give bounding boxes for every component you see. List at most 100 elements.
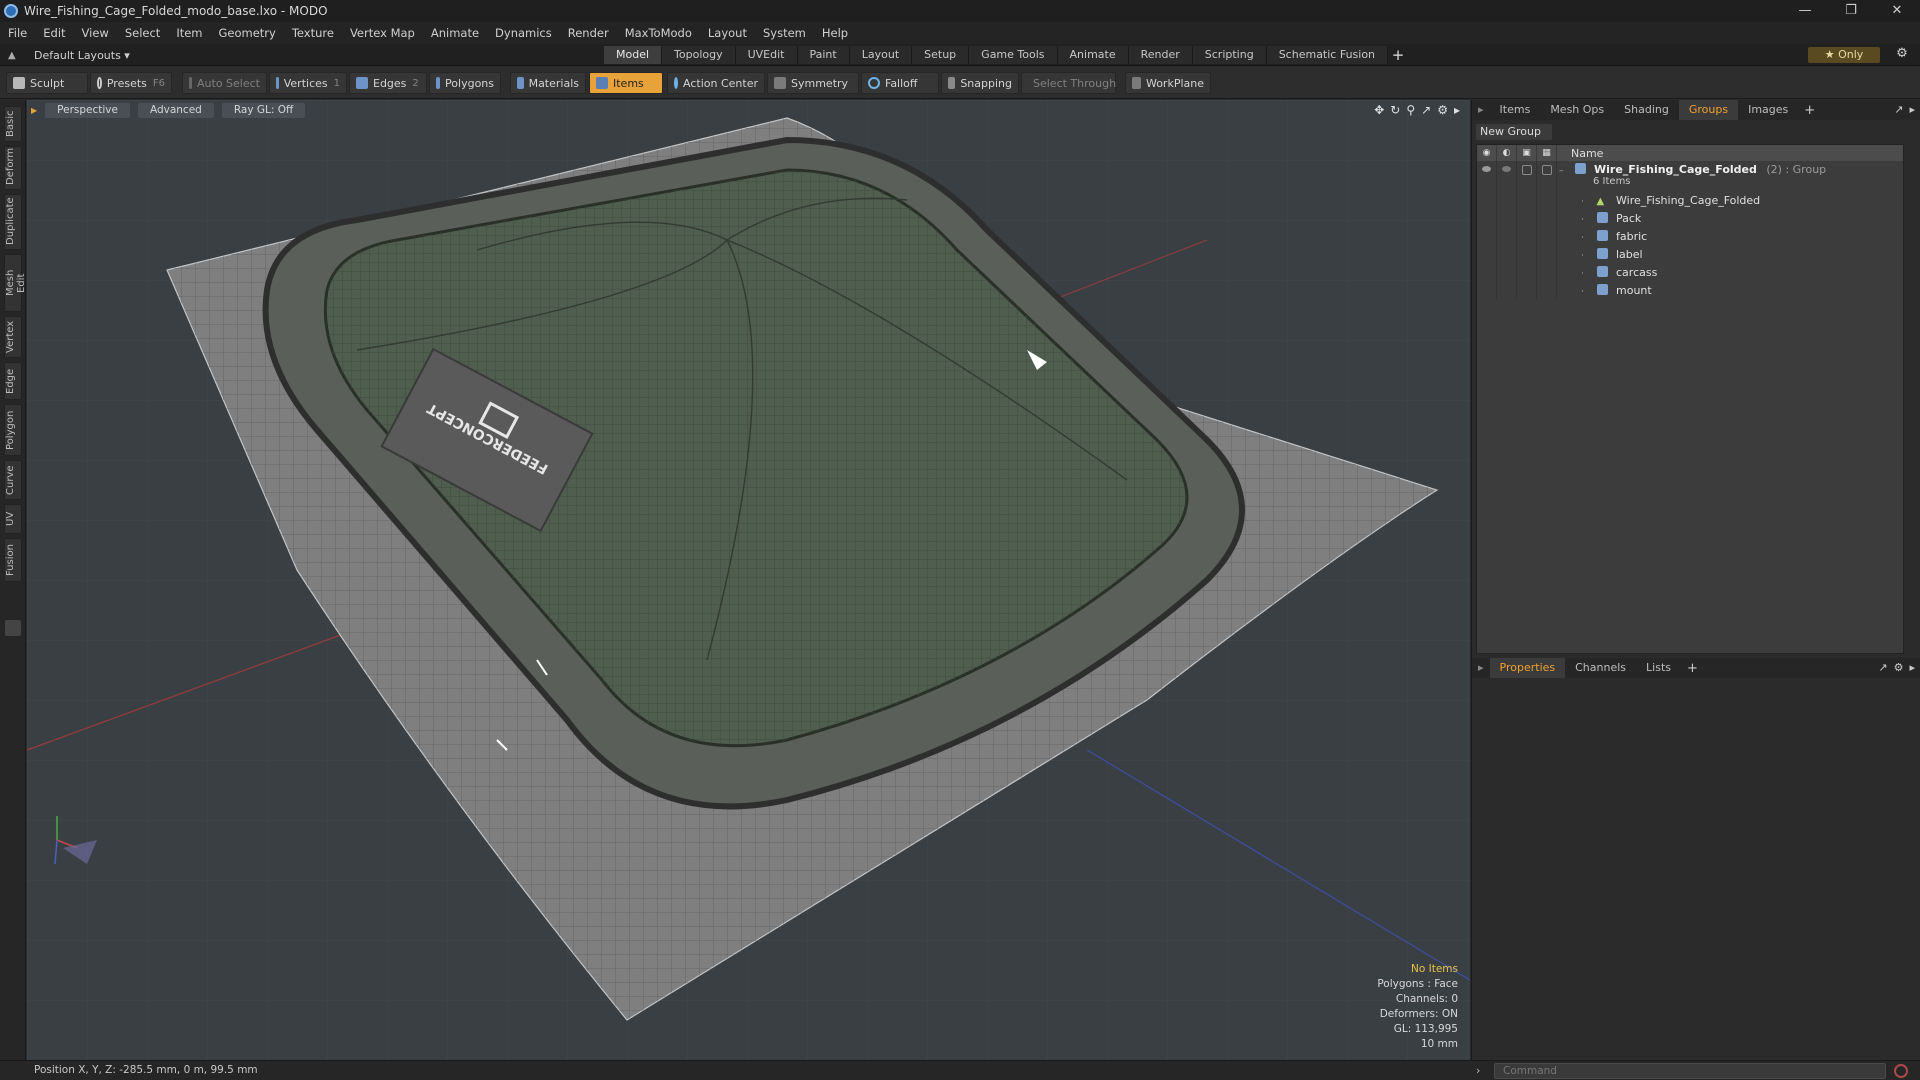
render-toggle-icon[interactable] <box>1502 166 1511 172</box>
properties-gear-icon[interactable]: ⚙ <box>1894 661 1904 674</box>
minimize-button[interactable]: — <box>1782 0 1828 22</box>
tab-render[interactable]: Render <box>1128 46 1193 64</box>
vtab-mesh-edit[interactable]: Mesh Edit <box>4 254 27 312</box>
menu-item[interactable]: Item <box>168 22 210 44</box>
polygons-button[interactable]: Polygons <box>429 72 501 94</box>
menu-dynamics[interactable]: Dynamics <box>487 22 560 44</box>
vtab-edge[interactable]: Edge <box>4 362 22 400</box>
tab-images[interactable]: Images <box>1738 100 1798 120</box>
3d-viewport[interactable]: FEEDERCONCEPT ▶ Perspective Advanced Ray… <box>27 100 1470 1060</box>
perspective-button[interactable]: Perspective <box>45 102 130 118</box>
menu-edit[interactable]: Edit <box>35 22 73 44</box>
tab-groups[interactable]: Groups <box>1678 100 1739 120</box>
vtab-uv[interactable]: UV <box>4 504 22 534</box>
panel-arrow-icon[interactable]: ▸ <box>1909 103 1915 116</box>
close-button[interactable]: ✕ <box>1874 0 1920 22</box>
vertices-button[interactable]: Vertices 1 <box>269 72 347 94</box>
vtab-polygon[interactable]: Polygon <box>4 404 22 456</box>
menu-system[interactable]: System <box>755 22 814 44</box>
only-button[interactable]: ★ Only <box>1808 47 1880 63</box>
viewport-menu-arrow-icon[interactable]: ▶ <box>31 106 37 115</box>
symmetry-button[interactable]: Symmetry <box>767 72 859 94</box>
vtab-fusion[interactable]: Fusion <box>4 538 22 582</box>
sculpt-button[interactable]: Sculpt <box>6 72 88 94</box>
properties-menu-arrow-icon[interactable]: ▸ <box>1472 658 1490 678</box>
vtab-basic[interactable]: Basic <box>4 106 22 142</box>
collapse-arrow-icon[interactable]: ▲ <box>8 50 22 61</box>
tab-animate[interactable]: Animate <box>1057 46 1129 64</box>
tab-layout[interactable]: Layout <box>849 46 913 64</box>
tab-mesh-ops[interactable]: Mesh Ops <box>1540 100 1614 120</box>
command-history-icon[interactable] <box>1894 1064 1908 1078</box>
new-group-button[interactable]: New Group <box>1476 124 1552 140</box>
rotate-icon[interactable]: ↻ <box>1390 103 1400 117</box>
render-column-icon[interactable]: ◐ <box>1497 145 1517 161</box>
tab-setup[interactable]: Setup <box>912 46 970 64</box>
tab-channels[interactable]: Channels <box>1565 658 1636 678</box>
panel-expand-icon[interactable]: ↗ <box>1894 103 1903 116</box>
list-item[interactable]: · label <box>1477 245 1903 263</box>
tab-items[interactable]: Items <box>1490 100 1541 120</box>
pan-icon[interactable]: ✥ <box>1374 103 1384 117</box>
menu-maxtomodo[interactable]: MaxToModo <box>617 22 700 44</box>
viewport-expand-icon[interactable]: ▸ <box>1454 103 1460 117</box>
presets-button[interactable]: Presets F6 <box>90 72 172 94</box>
list-item[interactable]: · Pack <box>1477 209 1903 227</box>
vtab-curve[interactable]: Curve <box>4 460 22 500</box>
properties-expand-icon[interactable]: ↗ <box>1878 661 1887 674</box>
tab-schematic-fusion[interactable]: Schematic Fusion <box>1266 46 1389 64</box>
eye-icon[interactable] <box>1482 166 1491 172</box>
menu-select[interactable]: Select <box>117 22 168 44</box>
command-input[interactable] <box>1494 1063 1886 1079</box>
falloff-button[interactable]: Falloff <box>861 72 939 94</box>
materials-button[interactable]: Materials <box>510 72 586 94</box>
maximize-button[interactable]: ❐ <box>1828 0 1874 22</box>
edges-button[interactable]: Edges 2 <box>349 72 427 94</box>
viewport-gear-icon[interactable]: ⚙ <box>1437 103 1448 117</box>
add-tab-icon[interactable]: + <box>1388 46 1408 64</box>
list-item[interactable]: · carcass <box>1477 263 1903 281</box>
tab-uvedit[interactable]: UVEdit <box>735 46 798 64</box>
tab-game-tools[interactable]: Game Tools <box>969 46 1058 64</box>
list-item[interactable]: · fabric <box>1477 227 1903 245</box>
menu-help[interactable]: Help <box>814 22 856 44</box>
default-layouts-dropdown[interactable]: ▲ Default Layouts ▾ <box>8 47 130 63</box>
properties-arrow-icon[interactable]: ▸ <box>1909 661 1915 674</box>
strip-toggle-button[interactable] <box>5 620 21 636</box>
list-item[interactable]: · ▲ Wire_Fishing_Cage_Folded <box>1477 191 1903 209</box>
zoom-icon[interactable]: ⚲ <box>1406 103 1415 117</box>
viewport-scene[interactable]: FEEDERCONCEPT <box>27 100 1470 1060</box>
add-panel-tab-icon[interactable]: + <box>1798 103 1821 118</box>
menu-view[interactable]: View <box>74 22 117 44</box>
list-item[interactable]: · mount <box>1477 281 1903 299</box>
panel-menu-arrow-icon[interactable]: ▸ <box>1472 100 1490 120</box>
workplane-button[interactable]: WorkPlane <box>1125 72 1211 94</box>
select-checkbox[interactable] <box>1542 165 1552 175</box>
auto-select-button[interactable]: Auto Select <box>182 72 267 94</box>
menu-render[interactable]: Render <box>560 22 617 44</box>
menu-texture[interactable]: Texture <box>284 22 342 44</box>
vtab-duplicate[interactable]: Duplicate <box>4 194 22 250</box>
visibility-column-icon[interactable]: ◉ <box>1477 145 1497 161</box>
fit-icon[interactable]: ↗ <box>1421 103 1431 117</box>
tab-model[interactable]: Model <box>604 46 663 64</box>
tab-topology[interactable]: Topology <box>662 46 736 64</box>
tab-properties[interactable]: Properties <box>1489 658 1566 678</box>
tab-lists[interactable]: Lists <box>1636 658 1681 678</box>
vtab-vertex[interactable]: Vertex <box>4 316 22 358</box>
add-properties-tab-icon[interactable]: + <box>1681 661 1704 676</box>
action-center-button[interactable]: Action Center <box>667 72 765 94</box>
select-through-button[interactable]: Select Through <box>1021 72 1116 94</box>
tab-shading[interactable]: Shading <box>1614 100 1679 120</box>
collapse-icon[interactable]: – <box>1559 166 1571 176</box>
select-column-icon[interactable]: ▦ <box>1537 145 1557 161</box>
gear-icon[interactable]: ⚙ <box>1892 46 1912 61</box>
menu-vertex-map[interactable]: Vertex Map <box>342 22 423 44</box>
raygl-button[interactable]: Ray GL: Off <box>221 102 306 118</box>
menu-geometry[interactable]: Geometry <box>211 22 284 44</box>
advanced-button[interactable]: Advanced <box>137 102 214 118</box>
menu-layout[interactable]: Layout <box>700 22 755 44</box>
tab-scripting[interactable]: Scripting <box>1192 46 1267 64</box>
group-row[interactable]: – Wire_Fishing_Cage_Folded (2) : Group 6… <box>1477 161 1903 191</box>
items-button[interactable]: Items <box>589 72 663 94</box>
